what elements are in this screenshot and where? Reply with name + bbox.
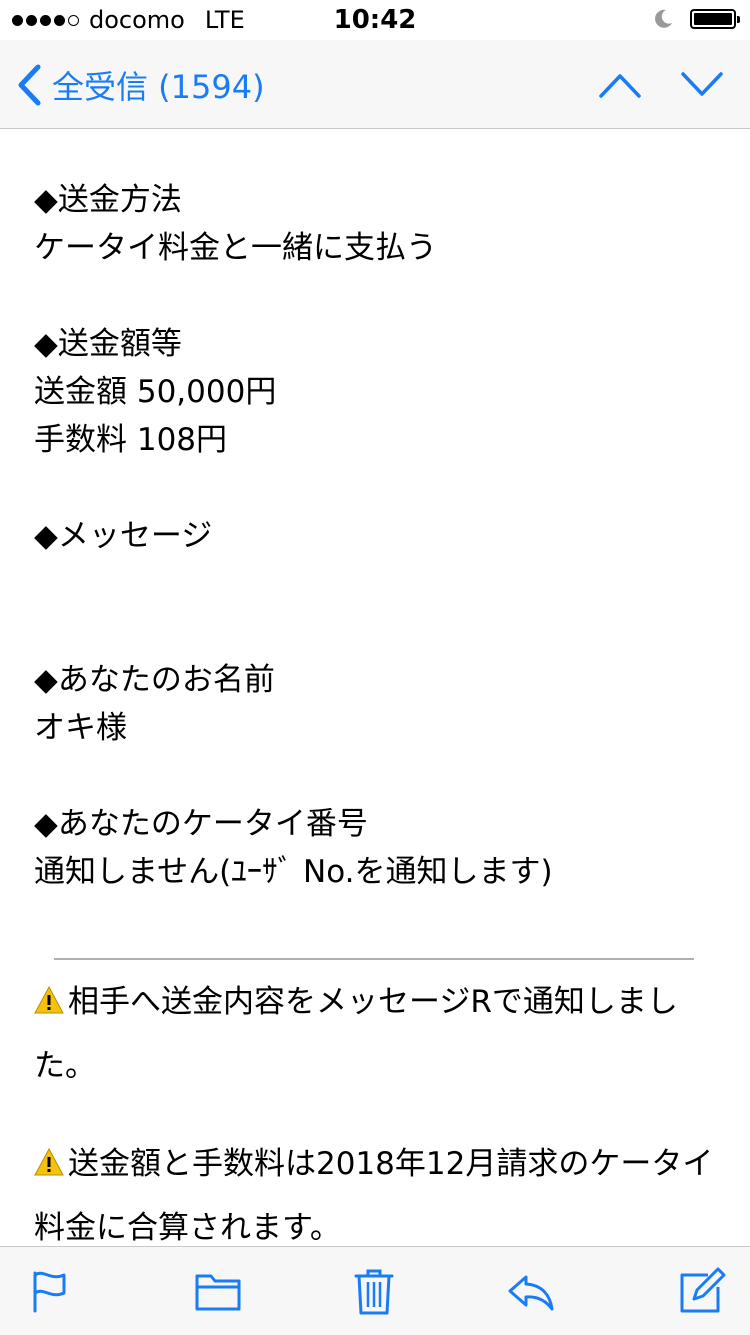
back-button[interactable]: 全受信 (1594) xyxy=(16,62,265,108)
previous-message-icon[interactable] xyxy=(598,64,642,104)
next-message-icon[interactable] xyxy=(680,64,724,104)
section-name: ◆あなたのお名前 オキ様 xyxy=(34,656,724,752)
notice-1: 相手へ送金内容をメッセージRで通知しました。 xyxy=(34,970,724,1098)
compose-icon[interactable] xyxy=(678,1267,726,1315)
trash-icon[interactable] xyxy=(350,1267,398,1315)
battery-icon xyxy=(690,9,740,29)
divider xyxy=(54,958,694,960)
section-line: 送金額 50,000円 xyxy=(34,374,277,410)
bottom-toolbar xyxy=(0,1246,750,1335)
warning-icon xyxy=(34,985,64,1014)
section-heading: ◆あなたのケータイ番号 xyxy=(34,806,368,842)
section-line: オキ様 xyxy=(34,710,127,746)
section-amount: ◆送金額等 送金額 50,000円 手数料 108円 xyxy=(34,320,724,464)
flag-icon[interactable] xyxy=(26,1267,74,1315)
section-line: 手数料 108円 xyxy=(34,422,228,458)
folder-icon[interactable] xyxy=(194,1267,242,1315)
reply-icon[interactable] xyxy=(506,1267,554,1315)
section-line: ケータイ料金と一緒に支払う xyxy=(34,230,437,266)
section-heading: ◆メッセージ xyxy=(34,518,213,554)
back-label: 全受信 (1594) xyxy=(52,68,265,106)
section-payment-method: ◆送金方法 ケータイ料金と一緒に支払う xyxy=(34,176,724,272)
section-line: 通知しません(ﾕｰｻﾞ No.を通知します) xyxy=(34,854,553,890)
message-navigation xyxy=(598,64,724,104)
section-heading: ◆あなたのお名前 xyxy=(34,662,275,698)
status-right xyxy=(652,8,740,30)
section-message: ◆メッセージ xyxy=(34,512,724,560)
moon-icon xyxy=(655,9,672,28)
nav-bar: 全受信 (1594) xyxy=(0,40,750,129)
notice-text: 送金額と手数料は2018年12月請求のケータイ料金に合算されます。 xyxy=(34,1146,714,1246)
notice-2: 送金額と手数料は2018年12月請求のケータイ料金に合算されます。 xyxy=(34,1132,724,1260)
status-time: 10:42 xyxy=(333,5,417,35)
warning-icon xyxy=(34,1147,64,1176)
section-heading: ◆送金方法 xyxy=(34,182,182,218)
section-phone-number: ◆あなたのケータイ番号 通知しません(ﾕｰｻﾞ No.を通知します) xyxy=(34,800,724,896)
section-heading: ◆送金額等 xyxy=(34,326,182,362)
email-body: ◆送金方法 ケータイ料金と一緒に支払う ◆送金額等 送金額 50,000円 手数… xyxy=(34,176,724,944)
status-bar: docomo LTE 10:42 xyxy=(0,0,750,40)
notice-text: 相手へ送金内容をメッセージRで通知しました。 xyxy=(34,984,678,1084)
chevron-left-icon xyxy=(18,64,41,106)
